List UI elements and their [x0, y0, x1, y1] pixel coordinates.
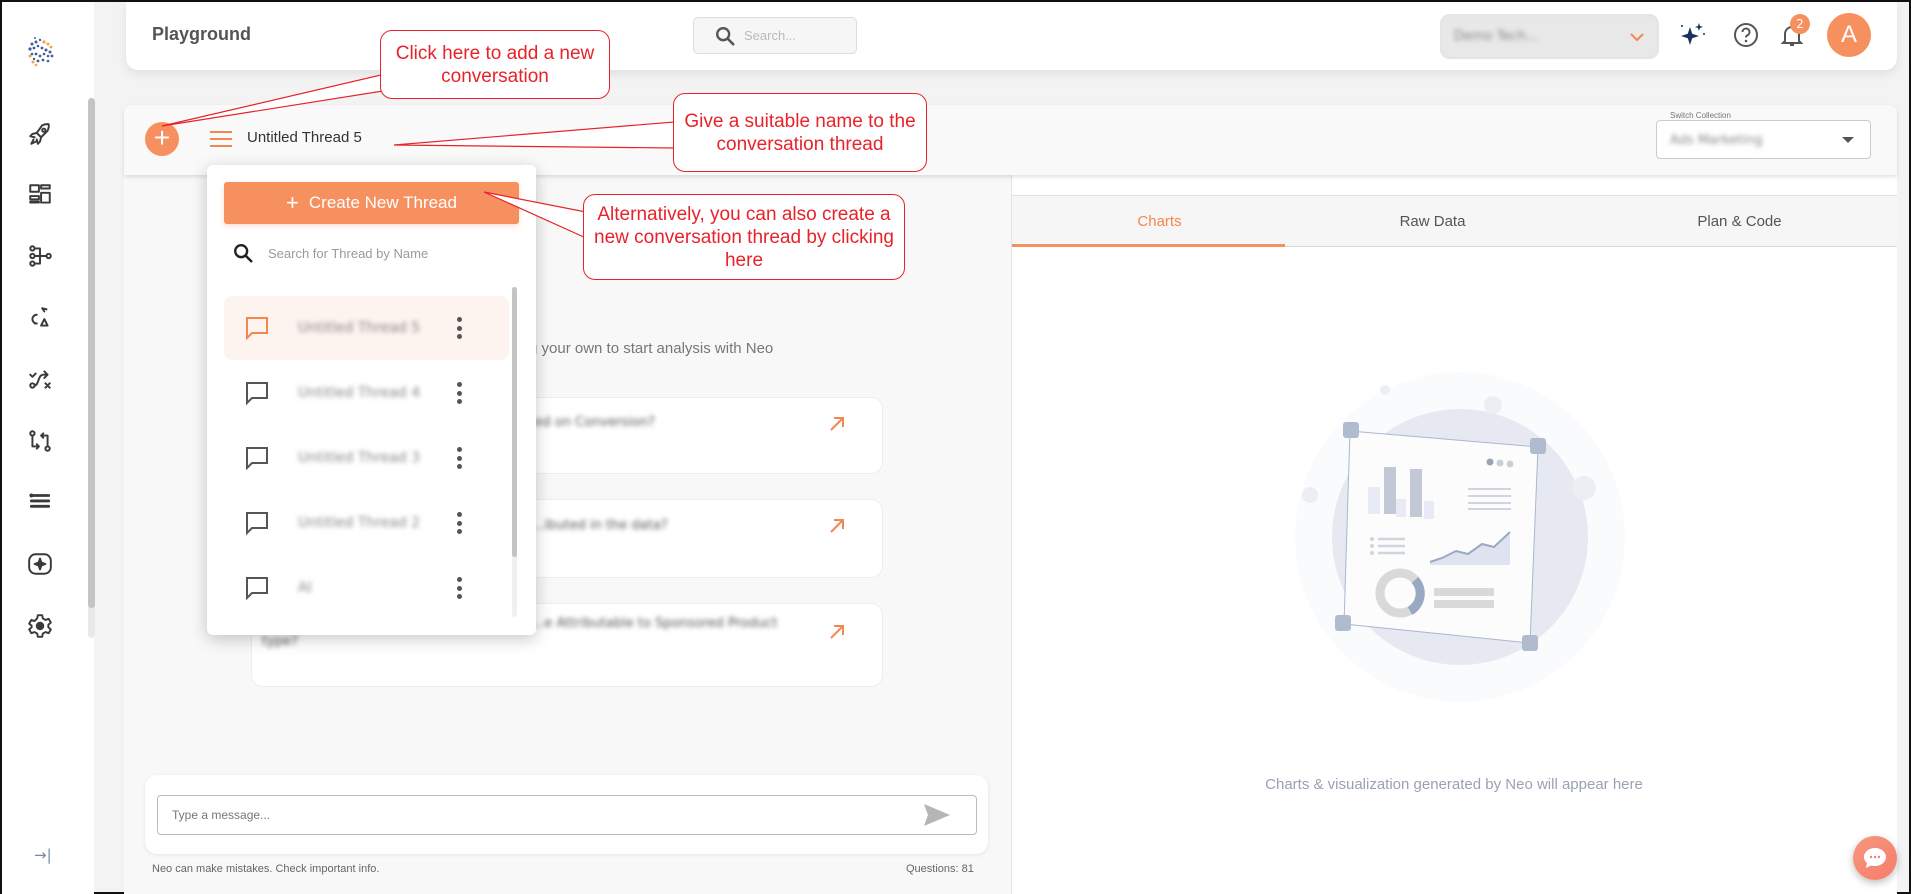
pull-request-icon — [29, 430, 51, 452]
global-search[interactable] — [693, 17, 857, 54]
thread-search[interactable] — [232, 238, 512, 268]
more-vertical-icon[interactable] — [452, 447, 466, 469]
thread-item-name: Untitled Thread 2 — [298, 515, 421, 531]
sidebar-scrollbar-thumb[interactable] — [88, 98, 95, 608]
collapse-sidebar-button[interactable]: →| — [34, 846, 52, 864]
data-flow-icon — [31, 307, 49, 327]
rocket-icon — [29, 123, 50, 145]
user-avatar[interactable]: A — [1827, 13, 1871, 57]
thread-item-name: AI — [298, 580, 312, 596]
pipeline-icon — [29, 245, 52, 267]
callout-add-conversation: Click here to add a new conversation — [380, 30, 610, 99]
chat-icon — [246, 317, 268, 341]
search-icon — [234, 244, 253, 263]
arrow-up-right-icon — [830, 417, 844, 431]
help-icon — [1734, 23, 1758, 47]
chat-icon — [246, 577, 268, 601]
add-conversation-button[interactable]: + — [145, 122, 179, 156]
thread-search-input[interactable] — [268, 245, 488, 261]
app-logo[interactable] — [24, 34, 58, 68]
more-vertical-icon[interactable] — [452, 577, 466, 599]
suggestion-text-line2: type? — [262, 634, 298, 649]
create-new-thread-label: Create New Thread — [308, 193, 457, 212]
thread-list-item[interactable]: Untitled Thread 4 — [224, 361, 509, 425]
ai-assistant-button[interactable] — [1678, 20, 1708, 50]
switch-collection-value: Ads Marketing — [1670, 133, 1763, 148]
empty-state-message: Charts & visualization generated by Neo … — [1265, 776, 1643, 793]
sidebar-item-pull-requests[interactable] — [26, 427, 54, 455]
message-input-box[interactable] — [157, 795, 977, 835]
plus-icon: + — [286, 190, 299, 215]
thread-name-field[interactable]: Untitled Thread 5 — [247, 129, 362, 146]
page-title: Playground — [152, 24, 252, 44]
caret-down-icon — [1842, 137, 1854, 143]
route-icon — [29, 370, 51, 389]
organization-name: Demo Tech... — [1454, 29, 1539, 44]
list-icon — [29, 493, 51, 508]
chat-icon — [246, 512, 268, 536]
active-tab-indicator — [1012, 244, 1285, 247]
more-vertical-icon[interactable] — [452, 317, 466, 339]
gear-icon — [28, 614, 52, 638]
thread-item-name: Untitled Thread 4 — [298, 385, 421, 401]
search-icon — [716, 26, 735, 46]
empty-charts-illustration — [1295, 372, 1625, 702]
disclaimer-text: Neo can make mistakes. Check important i… — [152, 863, 380, 875]
support-chat-button[interactable] — [1853, 836, 1897, 880]
tab-plan-code[interactable]: Plan & Code — [1592, 195, 1887, 247]
sidebar-item-pipelines[interactable] — [26, 242, 54, 270]
thread-list-item[interactable]: Untitled Thread 2 — [224, 491, 509, 555]
thread-item-name: Untitled Thread 5 — [298, 320, 421, 336]
welcome-subtitle: g your own to start analysis with Neo — [529, 340, 774, 357]
suggestion-text: ...e Attributable to Sponsored Product — [532, 616, 778, 631]
thread-item-name: Untitled Thread 3 — [298, 450, 421, 466]
global-search-input[interactable] — [744, 28, 844, 43]
chat-bubble-icon — [1864, 848, 1886, 868]
chevron-down-icon — [1629, 27, 1645, 46]
help-button[interactable] — [1731, 20, 1761, 50]
message-input[interactable] — [158, 796, 898, 834]
arrow-up-right-icon — [830, 519, 844, 533]
chat-icon — [246, 382, 268, 406]
arrow-up-right-icon — [830, 625, 844, 639]
create-new-thread-button[interactable]: + Create New Thread — [224, 182, 519, 224]
thread-list-item[interactable]: Untitled Thread 3 — [224, 426, 509, 490]
notification-badge: 2 — [1790, 14, 1810, 34]
sidebar-item-dashboard[interactable] — [26, 181, 54, 209]
questions-count: Questions: 81 — [906, 863, 974, 875]
thread-list-item[interactable]: Untitled Thread 5 — [224, 296, 509, 360]
tab-charts[interactable]: Charts — [1012, 195, 1307, 247]
organization-selector[interactable]: Demo Tech... — [1440, 14, 1659, 59]
more-vertical-icon[interactable] — [452, 512, 466, 534]
send-icon[interactable] — [922, 802, 952, 828]
sparkle-icon — [1681, 23, 1705, 45]
dashboard-icon — [29, 184, 51, 204]
chat-icon — [246, 447, 268, 471]
thread-list-item[interactable]: AI — [224, 556, 509, 620]
sidebar-item-routes[interactable] — [26, 365, 54, 393]
sidebar-item-list[interactable] — [26, 488, 54, 516]
callout-create-alternative: Alternatively, you can also create a new… — [583, 194, 905, 280]
sidebar-item-launch[interactable] — [26, 120, 54, 148]
sidebar-item-data-flow[interactable] — [26, 304, 54, 332]
thread-menu-button[interactable] — [210, 131, 232, 147]
callout-name-thread: Give a suitable name to the conversation… — [673, 93, 927, 172]
ai-sparkle-icon — [28, 553, 52, 575]
thread-list-scrollbar-thumb[interactable] — [512, 287, 517, 557]
switch-collection-label: Switch Collection — [1666, 111, 1735, 120]
sidebar-item-settings[interactable] — [26, 612, 54, 640]
tab-raw-data[interactable]: Raw Data — [1285, 195, 1580, 247]
suggestion-text: ...ed on Conversion? — [522, 415, 655, 430]
more-vertical-icon[interactable] — [452, 382, 466, 404]
suggestion-text: ...ibuted in the data? — [532, 518, 668, 533]
sidebar-item-ai[interactable] — [26, 550, 54, 578]
